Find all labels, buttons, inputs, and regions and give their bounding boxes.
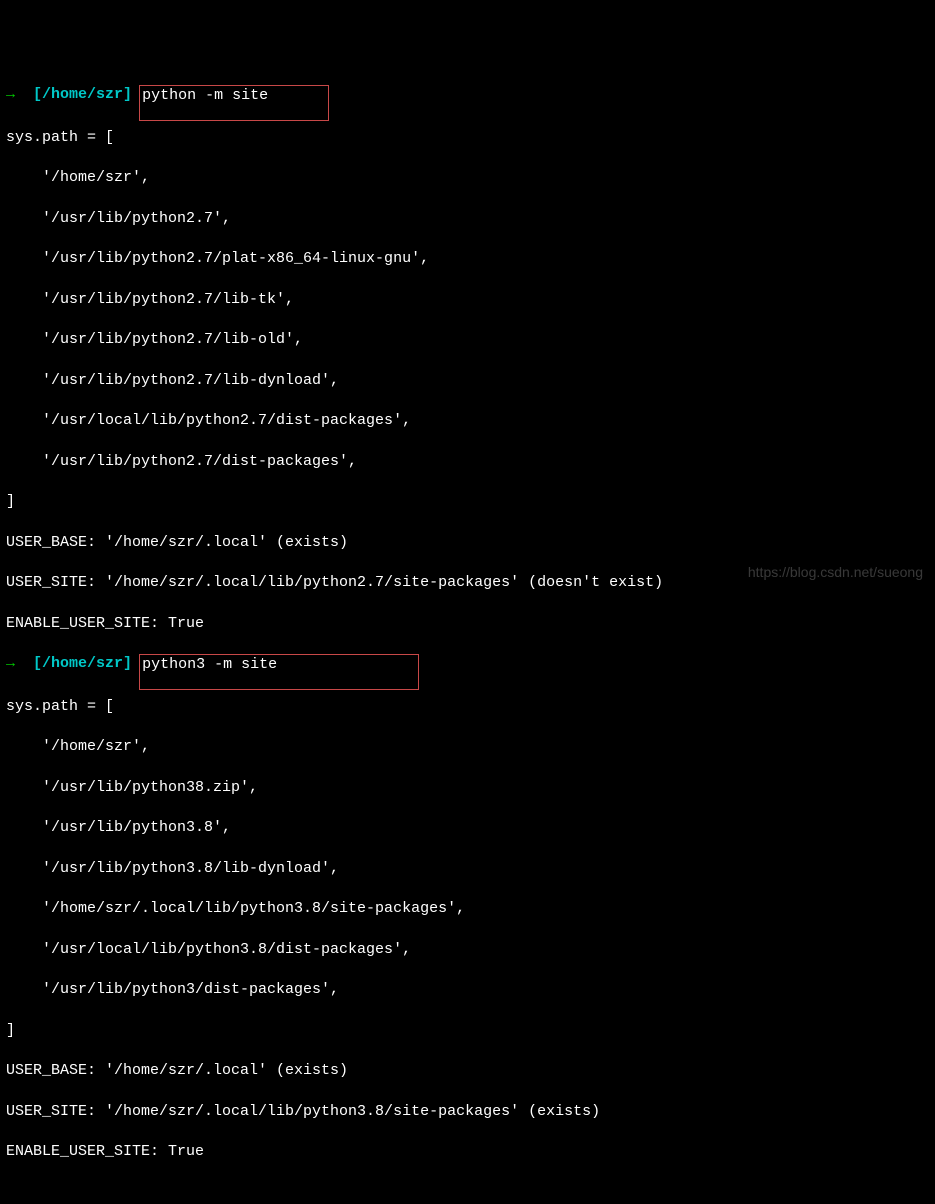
output-line: sys.path = [ bbox=[6, 128, 929, 148]
command-highlight-box: python3 -m site bbox=[139, 654, 419, 690]
output-line: '/usr/lib/python3.8', bbox=[6, 818, 929, 838]
output-line: '/usr/lib/python2.7', bbox=[6, 209, 929, 229]
output-line: '/usr/local/lib/python3.8/dist-packages'… bbox=[6, 940, 929, 960]
output-line: '/usr/lib/python38.zip', bbox=[6, 778, 929, 798]
output-line: ] bbox=[6, 492, 929, 512]
command-text: python -m site bbox=[142, 87, 268, 104]
output-line: ENABLE_USER_SITE: True bbox=[6, 1142, 929, 1162]
output-line: '/usr/local/lib/python2.7/dist-packages'… bbox=[6, 411, 929, 431]
prompt-line-2[interactable]: → [/home/szr] python3 -m site bbox=[6, 654, 929, 676]
output-line: ] bbox=[6, 1021, 929, 1041]
command-highlight-box: python -m site bbox=[139, 85, 329, 121]
output-line: sys.path = [ bbox=[6, 697, 929, 717]
prompt-line-1[interactable]: → [/home/szr] python -m site bbox=[6, 85, 929, 107]
prompt-arrow-icon: → bbox=[6, 655, 15, 672]
output-line: '/usr/lib/python2.7/lib-dynload', bbox=[6, 371, 929, 391]
prompt-path: [/home/szr] bbox=[33, 655, 132, 672]
output-line: '/usr/lib/python2.7/lib-tk', bbox=[6, 290, 929, 310]
output-line: '/usr/lib/python2.7/dist-packages', bbox=[6, 452, 929, 472]
output-line: '/usr/lib/python3.8/lib-dynload', bbox=[6, 859, 929, 879]
prompt-arrow-icon: → bbox=[6, 86, 15, 103]
watermark: https://blog.csdn.net/sueong bbox=[748, 563, 923, 582]
output-line: '/home/szr', bbox=[6, 737, 929, 757]
output-line: '/home/szr', bbox=[6, 168, 929, 188]
output-line: '/usr/lib/python3/dist-packages', bbox=[6, 980, 929, 1000]
output-line: ENABLE_USER_SITE: True bbox=[6, 614, 929, 634]
command-text: python3 -m site bbox=[142, 656, 277, 673]
output-line: '/usr/lib/python2.7/lib-old', bbox=[6, 330, 929, 350]
output-line: USER_BASE: '/home/szr/.local' (exists) bbox=[6, 533, 929, 553]
prompt-path: [/home/szr] bbox=[33, 86, 132, 103]
output-line: '/usr/lib/python2.7/plat-x86_64-linux-gn… bbox=[6, 249, 929, 269]
output-line: USER_BASE: '/home/szr/.local' (exists) bbox=[6, 1061, 929, 1081]
output-line: USER_SITE: '/home/szr/.local/lib/python3… bbox=[6, 1102, 929, 1122]
output-line: '/home/szr/.local/lib/python3.8/site-pac… bbox=[6, 899, 929, 919]
